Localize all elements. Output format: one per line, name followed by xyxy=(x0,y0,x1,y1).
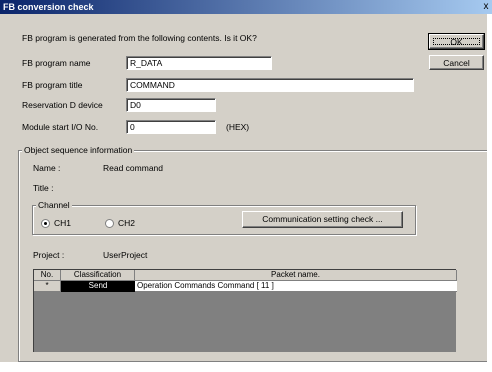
name-label: Name : xyxy=(33,163,61,173)
module-start-field[interactable]: 0 xyxy=(126,120,216,134)
column-header-no[interactable]: No. xyxy=(34,270,61,281)
row-no-cell: * xyxy=(34,281,61,292)
channel-title: Channel xyxy=(36,200,72,210)
cancel-button[interactable]: Cancel xyxy=(429,55,484,70)
column-header-packet-name[interactable]: Packet name. xyxy=(135,270,457,281)
cancel-button-label: Cancel xyxy=(443,58,470,68)
program-name-field[interactable]: R_DATA xyxy=(126,56,272,70)
hex-suffix: (HEX) xyxy=(226,122,250,132)
ok-button[interactable]: OK xyxy=(428,33,485,50)
row-classification-cell[interactable]: Send xyxy=(61,281,135,292)
ch1-radio[interactable] xyxy=(41,219,50,228)
program-title-field[interactable]: COMMAND xyxy=(126,78,414,92)
object-sequence-title: Object sequence information xyxy=(22,145,135,155)
project-label: Project : xyxy=(33,250,65,260)
ch1-label: CH1 xyxy=(54,218,72,228)
confirmation-message: FB program is generated from the followi… xyxy=(22,33,257,43)
project-value: UserProject xyxy=(103,250,148,260)
close-icon[interactable]: x xyxy=(481,0,491,13)
window-title: FB conversion check xyxy=(3,2,94,12)
name-value: Read command xyxy=(103,163,164,173)
communication-setting-check-label: Communication setting check ... xyxy=(262,214,383,224)
reservation-device-field[interactable]: D0 xyxy=(126,98,216,112)
title-label: Title : xyxy=(33,183,54,193)
right-edge xyxy=(487,14,492,362)
column-header-classification[interactable]: Classification xyxy=(61,270,135,281)
program-name-label: FB program name xyxy=(22,58,91,68)
module-start-label: Module start I/O No. xyxy=(22,122,99,132)
reservation-device-label: Reservation D device xyxy=(22,100,103,110)
program-title-label: FB program title xyxy=(22,80,83,90)
ch2-label: CH2 xyxy=(118,218,136,228)
bottom-edge xyxy=(0,362,492,372)
ch2-radio[interactable] xyxy=(105,219,114,228)
packet-table[interactable]: No. Classification Packet name. * Send O… xyxy=(33,269,457,352)
title-bar: FB conversion check x xyxy=(0,0,492,14)
focus-rect xyxy=(433,38,480,45)
communication-setting-check-button[interactable]: Communication setting check ... xyxy=(242,211,403,228)
row-packet-name-cell[interactable]: Operation Commands Command [ 11 ] xyxy=(135,281,457,292)
fb-conversion-check-dialog: FB conversion check x FB program is gene… xyxy=(0,0,492,372)
